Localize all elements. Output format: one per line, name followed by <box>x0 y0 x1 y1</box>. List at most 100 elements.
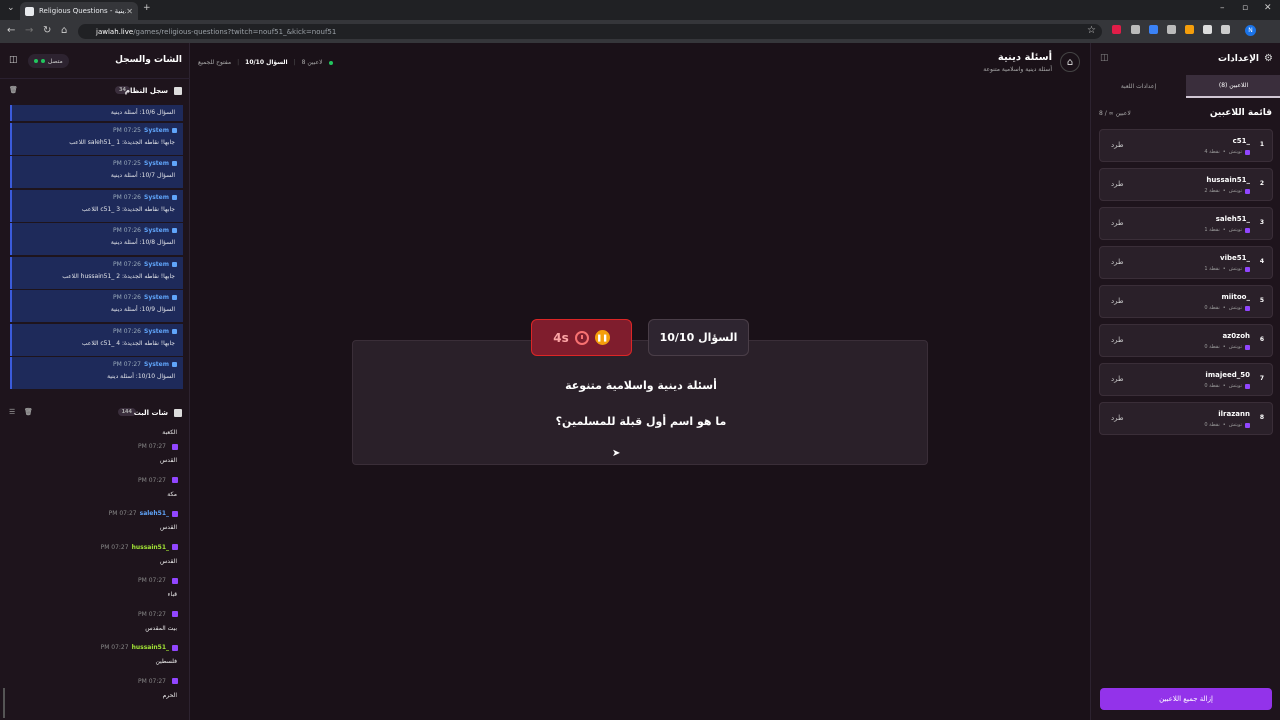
chat-message: PM 07:27 الحرم <box>0 674 190 708</box>
kick-button[interactable]: طرد <box>1111 180 1124 188</box>
chat-message: PM 07:27 قباء <box>0 573 190 607</box>
log-meta: PM 07:26 System <box>113 328 177 335</box>
log-sender: System <box>144 361 169 368</box>
bot-icon <box>172 127 177 133</box>
bot-icon <box>172 161 177 166</box>
player-row: 4 vibe51_ 1 نقطة • تويتش طرد <box>1099 246 1273 279</box>
kick-button[interactable]: طرد <box>1111 141 1124 149</box>
window-close-icon[interactable]: ✕ <box>1264 3 1272 13</box>
log-sender: System <box>144 227 169 234</box>
forward-icon[interactable]: → <box>25 25 33 36</box>
remove-all-players-button[interactable]: إزالة جميع اللاعبين <box>1100 688 1272 710</box>
kick-button[interactable]: طرد <box>1111 375 1124 383</box>
trash-icon[interactable]: 🗑 <box>9 86 18 94</box>
back-icon[interactable]: ← <box>7 25 15 36</box>
collapse-panel-icon[interactable]: ◫ <box>1100 53 1109 63</box>
kick-button[interactable]: طرد <box>1111 336 1124 344</box>
kick-button[interactable]: طرد <box>1111 258 1124 266</box>
player-name: c51_ <box>1232 137 1250 145</box>
log-message: السؤال 10/7: أسئلة دينية <box>110 172 175 179</box>
chat-meta: PM 07:27 <box>138 577 178 584</box>
player-row: 7 imajeed_50 0 نقطة • تويتش طرد <box>1099 363 1273 396</box>
chat-time: PM 07:27 <box>138 677 166 685</box>
maximize-icon[interactable]: ▫ <box>1242 3 1248 13</box>
new-tab-icon[interactable]: + <box>143 3 151 13</box>
player-points: 0 نقطة <box>1204 344 1220 350</box>
stream-chat-header[interactable]: ☰ 🗑 144 شات البث <box>0 405 190 423</box>
chat-list-icon[interactable]: ☰ <box>9 408 15 416</box>
system-log-item: PM 07:26 System اللاعب hussain51_ جابها! ن… <box>10 256 183 289</box>
browser-tab[interactable]: Religious Questions - أسئلة دينية ✕ <box>20 2 138 20</box>
chat-panel-title: الشات والسجل <box>115 55 182 65</box>
mute-icon[interactable] <box>1131 25 1140 34</box>
pause-button[interactable]: ❚❚ <box>594 330 610 345</box>
home-icon[interactable]: ⌂ <box>61 25 67 36</box>
log-message: السؤال 10/10: أسئلة دينية <box>107 373 175 380</box>
chat-message: PM 07:27 hussain51_ القدس <box>0 540 190 574</box>
kick-button[interactable]: طرد <box>1111 297 1124 305</box>
reload-icon[interactable]: ↻ <box>43 25 51 36</box>
tab-list-icon[interactable]: ⌄ <box>7 3 15 13</box>
twitch-icon <box>1245 344 1250 350</box>
extension-icon[interactable] <box>1149 25 1158 34</box>
collapse-panel-icon[interactable]: ◫ <box>9 55 18 65</box>
tab-players[interactable]: اللاعبين (8) <box>1186 75 1280 98</box>
twitch-icon <box>172 477 178 483</box>
profile-avatar[interactable]: N <box>1245 25 1256 36</box>
chat-panel-header: ◫ متصل الشات والسجل <box>0 43 190 79</box>
kick-button[interactable]: طرد <box>1111 219 1124 227</box>
chat-meta: PM 07:27 <box>138 678 178 685</box>
trash-icon[interactable]: 🗑 <box>24 408 33 416</box>
extension-icon[interactable] <box>1185 25 1194 34</box>
player-meta: 0 نقطة • تويتش <box>1204 305 1250 311</box>
chat-username[interactable]: hussain51_ <box>132 644 169 651</box>
chat-icon <box>174 409 182 417</box>
system-log-list[interactable]: السؤال 10/6: أسئلة دينية PM 07:25 System ال… <box>10 105 183 389</box>
chat-message: PM 07:27 saleh51_ القدس <box>0 506 190 540</box>
player-rank: 3 <box>1259 219 1264 226</box>
home-button[interactable]: ⌂ <box>1060 52 1080 72</box>
game-subtitle: أسئلة دينية واسلامية متنوعة <box>983 66 1052 73</box>
minimize-icon[interactable]: – <box>1220 3 1225 13</box>
player-name: imajeed_50 <box>1205 371 1250 379</box>
bot-icon <box>172 328 177 334</box>
scrollbar[interactable] <box>3 688 5 718</box>
extension-icon[interactable] <box>1112 25 1121 34</box>
player-rank: 7 <box>1259 375 1264 382</box>
close-tab-icon[interactable]: ✕ <box>126 7 133 16</box>
bot-icon <box>172 295 177 300</box>
chat-username[interactable]: saleh51_ <box>140 510 169 517</box>
extension-icon[interactable] <box>1167 25 1176 34</box>
timer-value: 4s <box>553 330 569 345</box>
chat-message: PM 07:27 مكة <box>0 473 190 507</box>
system-log-item: السؤال 10/6: أسئلة دينية <box>10 105 183 121</box>
chat-message: PM 07:27 بيت المقدس <box>0 607 190 641</box>
kick-button[interactable]: طرد <box>1111 414 1124 422</box>
bookmark-star-icon[interactable]: ☆ <box>1087 25 1096 36</box>
question-status: السؤال 10/10 <box>245 59 288 66</box>
chat-meta: PM 07:27 <box>138 477 178 484</box>
puzzle-icon[interactable] <box>1221 25 1230 34</box>
stream-chat-label: شات البث <box>133 409 168 417</box>
settings-panel: ◫ الإعدادات ⚙ إعدادات اللعبة اللاعبين (8… <box>1090 43 1280 720</box>
system-log-item: PM 07:26 System اللاعب c51_ جابها! نقاطه ا… <box>10 323 183 356</box>
settings-tabs: إعدادات اللعبة اللاعبين (8) <box>1091 75 1280 98</box>
chat-text: فلسطين <box>155 658 177 665</box>
log-sender: System <box>144 260 169 268</box>
url-field[interactable]: jawlah.live/games/religious-questions?tw… <box>78 24 1102 39</box>
log-icon <box>174 87 182 95</box>
tab-game-settings[interactable]: إعدادات اللعبة <box>1091 75 1186 98</box>
player-meta: 1 نقطة • تويتش <box>1204 266 1250 272</box>
chat-text: القدس <box>159 557 177 565</box>
game-area: مفتوح للجميع | السؤال 10/10 | 8 لاعبين أ… <box>190 43 1090 720</box>
system-log-header[interactable]: 🗑 34 سجل النظام <box>0 83 190 101</box>
player-rank: 1 <box>1259 141 1264 148</box>
chat-time: PM 07:27 <box>138 443 166 450</box>
log-meta: PM 07:25 System <box>113 160 177 167</box>
player-rank: 2 <box>1259 180 1264 187</box>
twitch-icon <box>172 611 178 617</box>
shield-icon[interactable] <box>1203 25 1212 34</box>
chat-username[interactable]: hussain51_ <box>132 544 169 551</box>
log-time: PM 07:26 <box>113 327 141 335</box>
stream-chat-list[interactable]: الكعبة PM 07:27 القدس PM 07:27 مكة PM 07:27 sa… <box>0 427 190 720</box>
